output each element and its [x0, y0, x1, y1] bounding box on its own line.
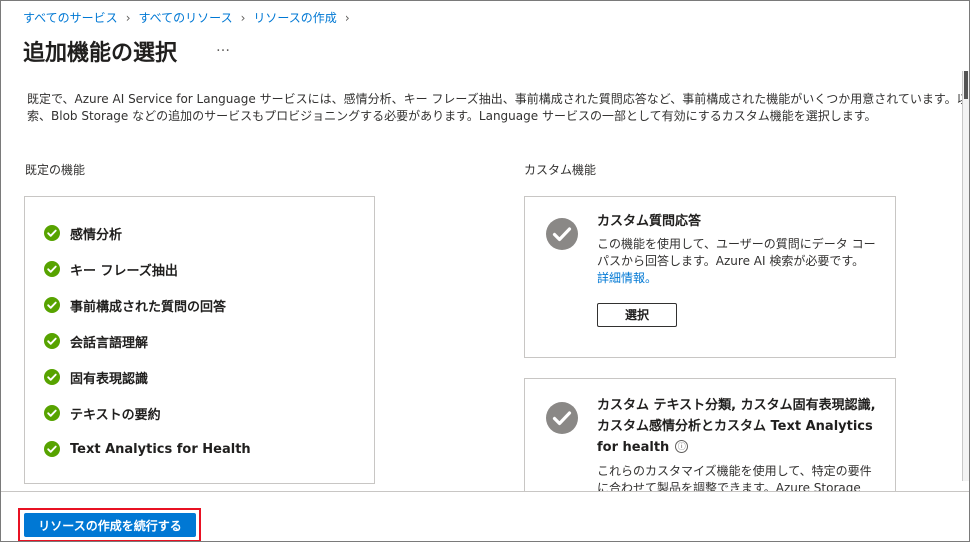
portal-blade: すべてのサービス › すべてのリソース › リソースの作成 › 追加機能の選択 … — [0, 0, 970, 542]
feature-named-entity-recognition: 固有表現認識 — [44, 359, 374, 395]
feature-label: キー フレーズ抽出 — [70, 263, 178, 279]
check-circle-icon — [44, 333, 60, 349]
breadcrumb: すべてのサービス › すべてのリソース › リソースの作成 › — [23, 9, 358, 26]
learn-more-link[interactable]: 詳細情報。 — [597, 271, 657, 285]
card-description-text: この機能を使用して、ユーザーの質問にデータ コーパスから回答します。Azure … — [597, 237, 876, 268]
feature-label: 事前構成された質問の回答 — [70, 299, 227, 315]
description: 既定で、Azure AI Service for Language サービスには… — [27, 91, 970, 125]
custom-text-classification-card: カスタム テキスト分類, カスタム固有表現認識, カスタム感情分析とカスタム T… — [524, 378, 896, 500]
custom-features-label: カスタム機能 — [524, 163, 597, 177]
more-options-button[interactable]: … — [216, 39, 231, 55]
check-circle-icon — [44, 369, 60, 385]
card-content: カスタム テキスト分類, カスタム固有表現認識, カスタム感情分析とカスタム T… — [597, 395, 879, 497]
check-circle-icon — [546, 402, 578, 434]
breadcrumb-create-resource[interactable]: リソースの作成 — [253, 9, 336, 26]
chevron-right-icon: › — [240, 10, 246, 25]
check-circle-icon — [44, 441, 60, 457]
feature-summarization: テキストの要約 — [44, 395, 374, 431]
chevron-right-icon: › — [125, 10, 131, 25]
feature-label: 固有表現認識 — [70, 371, 149, 387]
feature-label: 感情分析 — [70, 227, 123, 243]
card-content: カスタム質問応答 この機能を使用して、ユーザーの質問にデータ コーパスから回答し… — [597, 213, 879, 327]
description-line-2: 索、Blob Storage などの追加のサービスもプロビジョニングする必要があ… — [27, 109, 877, 123]
scrollbar-thumb[interactable] — [964, 71, 968, 99]
feature-sentiment-analysis: 感情分析 — [44, 215, 374, 251]
card-title: カスタム質問応答 — [597, 214, 702, 229]
check-circle-icon — [44, 405, 60, 421]
check-circle-icon — [546, 218, 578, 250]
default-features-label: 既定の機能 — [25, 163, 86, 177]
breadcrumb-all-resources[interactable]: すべてのリソース — [139, 9, 233, 26]
vertical-scrollbar[interactable] — [962, 71, 969, 481]
card-description: この機能を使用して、ユーザーの質問にデータ コーパスから回答します。Azure … — [597, 236, 879, 287]
footer-bar: リソースの作成を続行する — [1, 491, 969, 541]
description-line-1: 既定で、Azure AI Service for Language サービスには… — [27, 92, 970, 106]
default-features-panel: 感情分析 キー フレーズ抽出 事前構成された質問の回答 会話言語理解 固有表現認… — [24, 196, 375, 484]
breadcrumb-all-services[interactable]: すべてのサービス — [23, 9, 118, 26]
check-circle-icon — [44, 225, 60, 241]
page-title: 追加機能の選択 — [23, 41, 178, 66]
card-title-text: カスタム テキスト分類, カスタム固有表現認識, カスタム感情分析とカスタム T… — [597, 398, 876, 455]
chevron-right-icon: › — [344, 10, 350, 25]
info-icon[interactable]: ⓘ — [675, 440, 689, 453]
check-circle-icon — [44, 297, 60, 313]
feature-label: テキストの要約 — [70, 407, 161, 423]
card-title: カスタム テキスト分類, カスタム固有表現認識, カスタム感情分析とカスタム T… — [597, 395, 879, 458]
feature-conversational-language-understanding: 会話言語理解 — [44, 323, 374, 359]
custom-question-answering-card: カスタム質問応答 この機能を使用して、ユーザーの質問にデータ コーパスから回答し… — [524, 196, 896, 358]
continue-create-resource-button[interactable]: リソースの作成を続行する — [24, 513, 196, 537]
select-button[interactable]: 選択 — [597, 303, 677, 327]
feature-label: 会話言語理解 — [70, 335, 149, 351]
feature-text-analytics-for-health: Text Analytics for Health — [44, 431, 374, 467]
feature-prebuilt-question-answering: 事前構成された質問の回答 — [44, 287, 374, 323]
feature-key-phrase-extraction: キー フレーズ抽出 — [44, 251, 374, 287]
check-circle-icon — [44, 261, 60, 277]
feature-label: Text Analytics for Health — [70, 441, 251, 457]
